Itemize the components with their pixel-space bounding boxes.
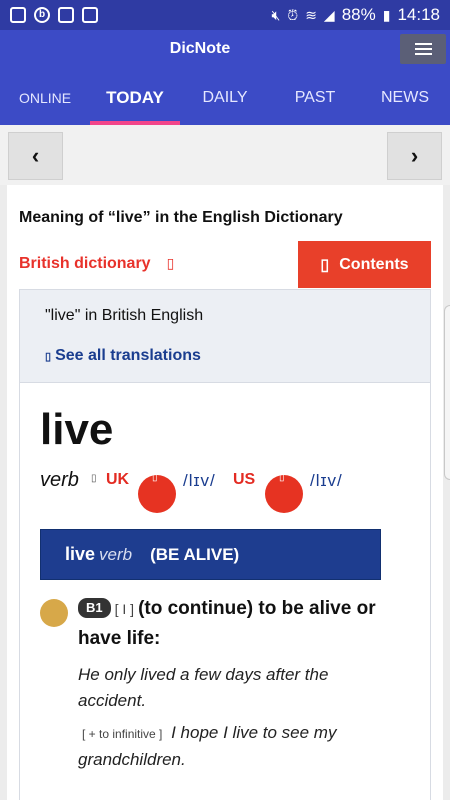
sense-guideword: (BE ALIVE) (150, 544, 240, 564)
contents-button[interactable]: ▯ Contents (298, 241, 431, 288)
menu-button[interactable] (400, 34, 446, 64)
examples: He only lived a few days after the accid… (78, 662, 398, 800)
gallery-icon (10, 7, 26, 23)
tab-news[interactable]: NEWS (360, 78, 450, 125)
grammar-code: [ + to infinitive ] (82, 727, 163, 741)
pager-row: ‹ › (0, 125, 450, 185)
uk-audio-button[interactable]: ▯ (138, 472, 176, 513)
tab-daily[interactable]: DAILY (180, 78, 270, 125)
example-sentence: He only lived a few days after the accid… (78, 665, 329, 710)
app-title: DicNote (169, 40, 231, 57)
hamburger-line (414, 48, 432, 50)
translation-box: "live" in British English ▯ See all trans… (19, 289, 431, 383)
b-app-icon: b (34, 7, 50, 23)
mail-icon (58, 7, 74, 23)
us-audio-button[interactable]: ▯ (265, 472, 303, 513)
list-icon: ▯ (320, 256, 330, 274)
alarm-icon: ⏰︎ (287, 6, 299, 23)
briefcase-icon (82, 7, 98, 23)
sense-header: live verb (BE ALIVE) (40, 529, 381, 580)
chevron-right-icon: › (410, 143, 419, 168)
content-area: ‹ › Meaning of “live” in the English Dic… (0, 125, 450, 800)
sense-headword: live (65, 544, 96, 564)
dropdown-icon: ▯ (166, 255, 175, 271)
tab-past[interactable]: PAST (270, 78, 360, 125)
clock: 14:18 (397, 5, 440, 24)
entry-box: live verb ▯ UK ▯ /lɪv/ US ▯ /lɪv/ live v… (19, 383, 431, 800)
wifi-icon: ≋ (305, 6, 317, 23)
battery-level: 88% (341, 5, 376, 24)
previous-button[interactable]: ‹ (8, 132, 63, 180)
pos-info-icon: ▯ (91, 473, 97, 484)
example-sentence-cut-off (78, 779, 398, 800)
dictionary-page: Meaning of “live” in the English Diction… (7, 185, 443, 800)
level-badge: B1 (78, 598, 111, 618)
see-all-translations-label: See all translations (55, 347, 201, 364)
edge-scroll-handle[interactable] (444, 305, 450, 480)
us-label: US (233, 471, 256, 488)
see-all-translations-link[interactable]: ▯ See all translations (45, 347, 201, 365)
chevron-left-icon: ‹ (31, 143, 40, 168)
definition: B1[ I ] (to continue) to be alive or have… (78, 594, 404, 654)
app-bar: DicNote ONLINE TODAY DAILY PAST NEWS (0, 30, 450, 125)
example-sentence: [ + to infinitive ] I hope I live to see… (78, 720, 398, 773)
hamburger-icon (414, 43, 432, 45)
battery-icon: ▮ (382, 6, 391, 23)
translation-title: "live" in British English (45, 307, 204, 324)
british-dictionary-label: British dictionary (19, 255, 151, 272)
headword: live (40, 405, 114, 454)
arrow-icon: ▯ (45, 351, 52, 363)
next-button[interactable]: › (387, 132, 442, 180)
signal-icon: ◢ (323, 6, 335, 23)
us-pronunciation: /lɪv/ (310, 471, 343, 490)
speaker-icon: ▯ (152, 472, 158, 483)
sense-pos: verb (99, 544, 133, 564)
uk-pronunciation: /lɪv/ (183, 471, 216, 490)
meaning-heading: Meaning of “live” in the English Diction… (19, 209, 343, 226)
mute-icon: 🔇︎ (271, 6, 281, 23)
tab-today[interactable]: TODAY (90, 78, 180, 125)
british-dictionary-link[interactable]: British dictionary ▯ (19, 255, 174, 273)
tab-bar: ONLINE TODAY DAILY PAST NEWS (0, 78, 450, 125)
favorite-toggle[interactable] (40, 599, 68, 627)
pronunciation-row: verb ▯ UK ▯ /lɪv/ US ▯ /lɪv/ (40, 469, 430, 519)
hamburger-line (414, 53, 432, 55)
part-of-speech: verb (40, 469, 79, 491)
grammar-code: [ I ] (114, 601, 135, 617)
speaker-icon: ▯ (279, 472, 285, 483)
status-bar: b 🔇︎ ⏰︎ ≋ ◢ 88% ▮ 14:18 (0, 0, 450, 30)
contents-label: Contents (339, 255, 409, 273)
uk-label: UK (106, 471, 130, 488)
tab-online[interactable]: ONLINE (0, 78, 90, 125)
